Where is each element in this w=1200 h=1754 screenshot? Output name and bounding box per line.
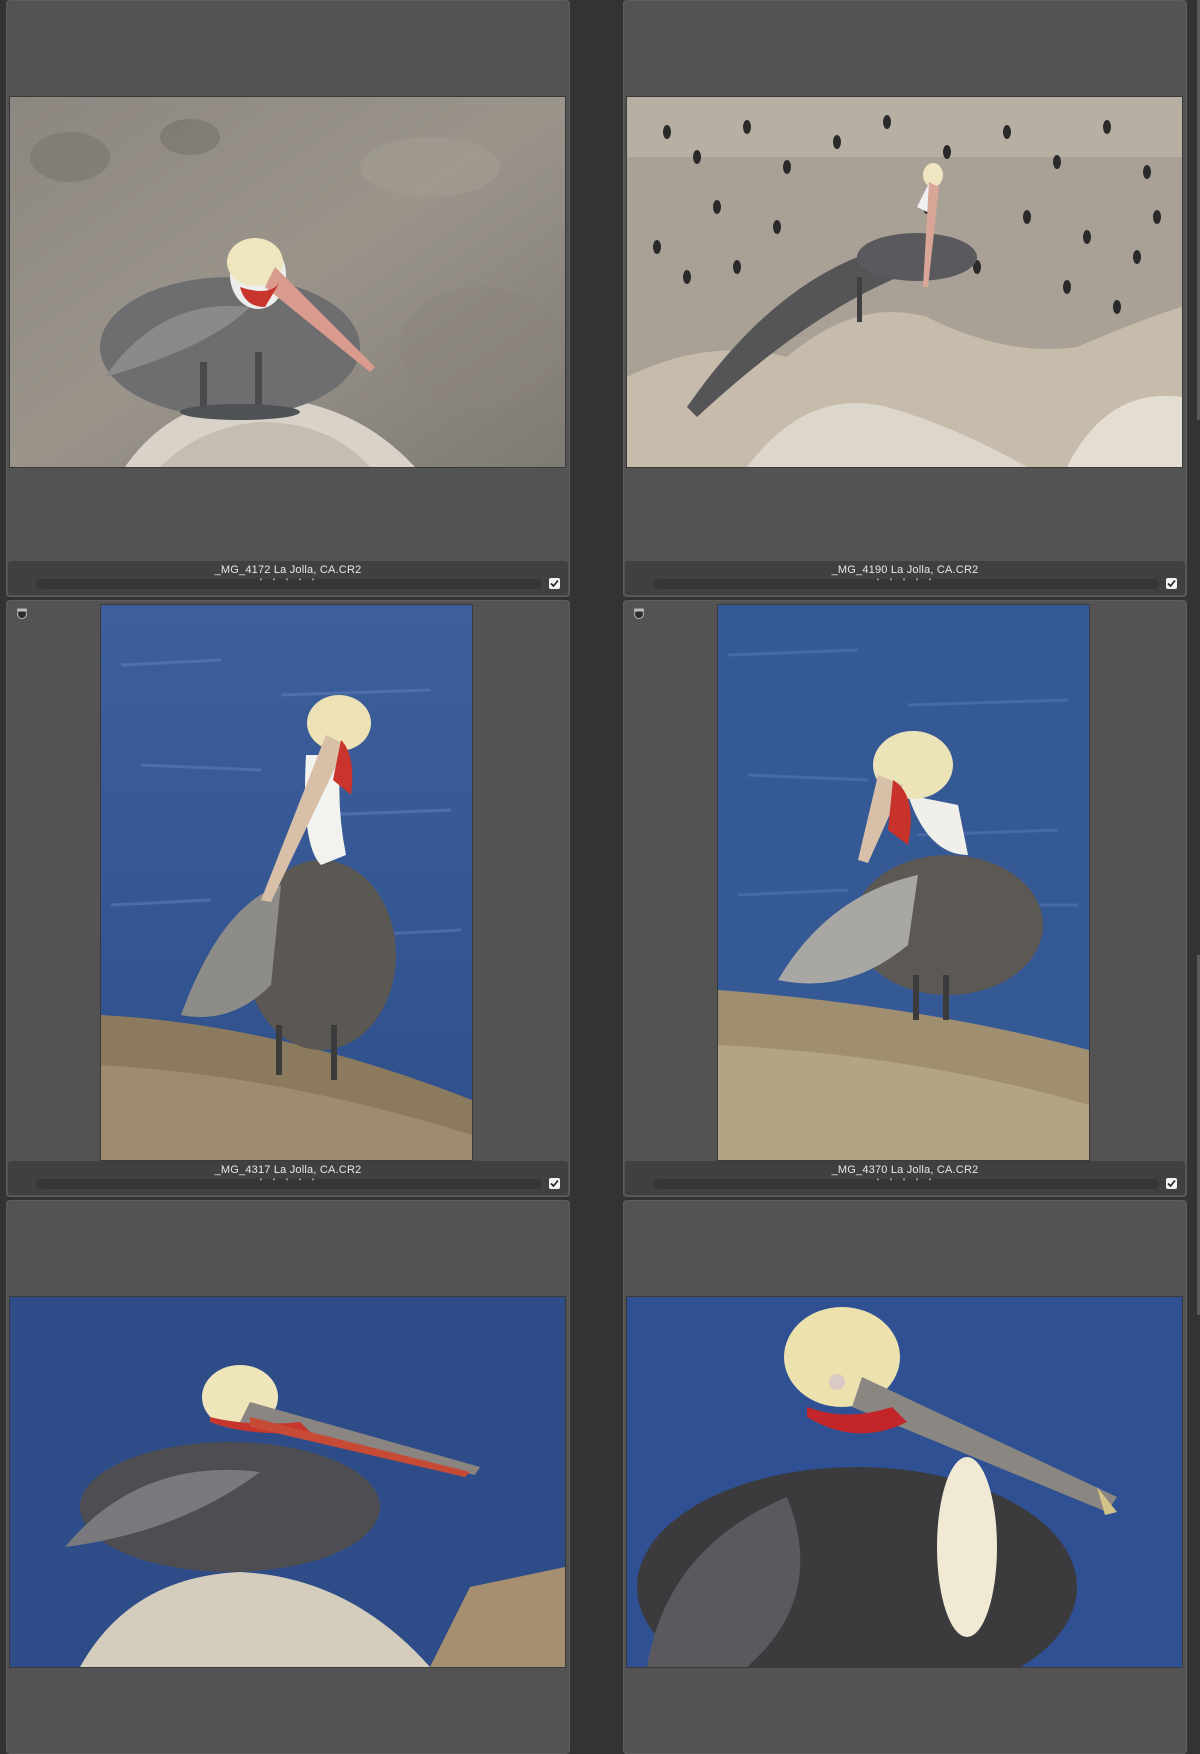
checkmark-icon bbox=[1167, 579, 1176, 588]
rating-track[interactable]: • • • • • bbox=[36, 575, 542, 589]
checkmark-icon bbox=[550, 1179, 559, 1188]
photo-pelican-resting-rock-blue[interactable] bbox=[10, 1297, 565, 1667]
select-checkbox[interactable] bbox=[549, 1178, 560, 1189]
thumbnail-infobar: _MG_4190 La Jolla, CA.CR2 • • • • • bbox=[625, 561, 1185, 595]
thumbnail-cell-1[interactable]: _MG_4172 La Jolla, CA.CR2 • • • • • bbox=[6, 0, 570, 597]
rating-dots[interactable]: • • • • • bbox=[653, 1175, 1159, 1184]
checkmark-icon bbox=[550, 579, 559, 588]
checkmark-icon bbox=[1167, 1179, 1176, 1188]
rating-dots[interactable]: • • • • • bbox=[36, 1175, 542, 1184]
photo-pelican-vertical-ocean[interactable] bbox=[101, 605, 472, 1160]
select-checkbox[interactable] bbox=[1166, 1178, 1177, 1189]
thumbnail-cell-2[interactable]: _MG_4190 La Jolla, CA.CR2 • • • • • bbox=[623, 0, 1187, 597]
thumbnail-cell-6[interactable] bbox=[623, 1200, 1187, 1754]
rating-track[interactable]: • • • • • bbox=[653, 1175, 1159, 1189]
select-checkbox[interactable] bbox=[549, 578, 560, 589]
rating-track[interactable]: • • • • • bbox=[653, 575, 1159, 589]
photo-pelican-preening-ocean[interactable] bbox=[718, 605, 1089, 1160]
thumbnail-cell-4[interactable]: _MG_4370 La Jolla, CA.CR2 • • • • • bbox=[623, 600, 1187, 1197]
rating-dots[interactable]: • • • • • bbox=[653, 575, 1159, 584]
camera-badge-icon bbox=[631, 606, 647, 619]
select-checkbox[interactable] bbox=[1166, 578, 1177, 589]
thumbnail-infobar: _MG_4172 La Jolla, CA.CR2 • • • • • bbox=[8, 561, 568, 595]
photo-pelican-closeup-blue[interactable] bbox=[627, 1297, 1182, 1667]
camera-badge-icon bbox=[14, 606, 30, 619]
photo-pelican-perched-grey-bg[interactable] bbox=[10, 97, 565, 467]
photo-pelican-stretching-wing-cliff[interactable] bbox=[627, 97, 1182, 467]
rating-dots[interactable]: • • • • • bbox=[36, 575, 542, 584]
rating-track[interactable]: • • • • • bbox=[36, 1175, 542, 1189]
thumbnail-infobar: _MG_4317 La Jolla, CA.CR2 • • • • • bbox=[8, 1161, 568, 1195]
thumbnail-cell-5[interactable] bbox=[6, 1200, 570, 1754]
thumbnail-infobar: _MG_4370 La Jolla, CA.CR2 • • • • • bbox=[625, 1161, 1185, 1195]
thumbnail-cell-3[interactable]: _MG_4317 La Jolla, CA.CR2 • • • • • bbox=[6, 600, 570, 1197]
